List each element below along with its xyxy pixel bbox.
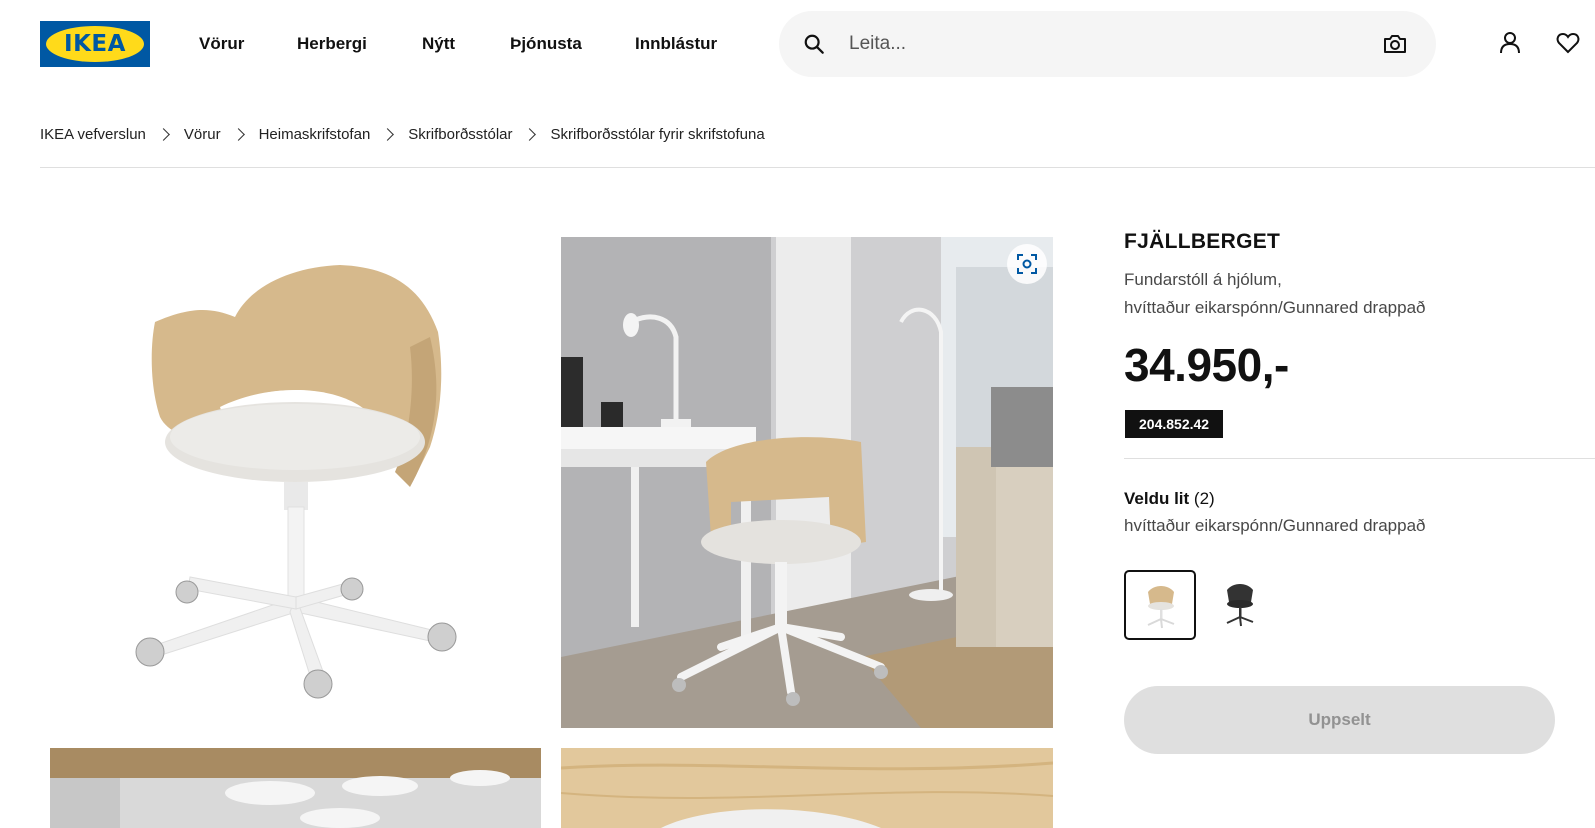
chevron-right-icon (381, 128, 395, 141)
nav-item-nytt[interactable]: Nýtt (422, 32, 455, 56)
breadcrumb-item-home[interactable]: IKEA vefverslun (40, 126, 146, 143)
chevron-right-icon (523, 128, 537, 141)
expand-image-button[interactable] (1007, 244, 1047, 284)
search-icon[interactable] (803, 33, 825, 55)
breadcrumb-item-home-office[interactable]: Heimaskrifstofan (259, 126, 371, 143)
product-image-veneer-detail[interactable] (561, 748, 1053, 828)
chair-thumbnail-dark (1226, 584, 1254, 627)
product-image-meeting-room[interactable] (50, 748, 541, 828)
info-divider (1124, 458, 1595, 459)
breadcrumb-divider (40, 167, 1595, 168)
search-bar (779, 11, 1436, 77)
nav-item-vorur[interactable]: Vörur (199, 32, 244, 56)
color-swatch-black[interactable] (1203, 570, 1275, 640)
chevron-right-icon (231, 128, 245, 141)
product-image-main[interactable] (50, 237, 541, 728)
fullscreen-icon (1017, 254, 1037, 274)
selected-color-name: hvíttaður eikarspónn/Gunnared drappað (1124, 516, 1426, 535)
color-picker-heading: Veldu lit (2) (1124, 489, 1215, 509)
user-icon[interactable] (1497, 30, 1523, 56)
product-price: 34.950,- (1124, 339, 1289, 391)
product-type: Fundarstóll á hjólum, (1124, 270, 1282, 289)
breadcrumb-item-office-desk-chairs[interactable]: Skrifborðsstólar fyrir skrifstofuna (550, 126, 764, 143)
camera-icon[interactable] (1382, 32, 1408, 56)
product-variant: hvíttaður eikarspónn/Gunnared drappað (1124, 298, 1426, 317)
product-name: FJÄLLBERGET (1124, 230, 1281, 253)
color-picker-label: Veldu lit (1124, 489, 1190, 508)
nav-item-thjonusta[interactable]: Þjónusta (510, 32, 582, 56)
heart-icon[interactable] (1555, 30, 1581, 56)
nav-item-herbergi[interactable]: Herbergi (297, 32, 367, 56)
chevron-right-icon (157, 128, 170, 141)
breadcrumb-item-products[interactable]: Vörur (184, 126, 221, 143)
logo-text: IKEA (64, 31, 126, 57)
breadcrumb-item-desk-chairs[interactable]: Skrifborðsstólar (408, 126, 512, 143)
search-input[interactable] (849, 29, 1359, 59)
breadcrumb: IKEA vefverslun Vörur Heimaskrifstofan S… (40, 126, 765, 143)
ikea-logo[interactable]: IKEA (40, 21, 150, 67)
article-number-badge: 204.852.42 (1125, 410, 1224, 438)
sold-out-button[interactable]: Uppselt (1124, 686, 1555, 754)
product-description: Fundarstóll á hjólum, hvíttaður eikarspó… (1124, 266, 1544, 322)
color-swatch-white-oak[interactable] (1124, 570, 1196, 640)
product-image-room[interactable] (561, 237, 1053, 728)
chair-thumbnail-light (1147, 586, 1175, 629)
nav-item-innblastur[interactable]: Innblástur (635, 32, 717, 56)
color-count: (2) (1193, 489, 1215, 508)
